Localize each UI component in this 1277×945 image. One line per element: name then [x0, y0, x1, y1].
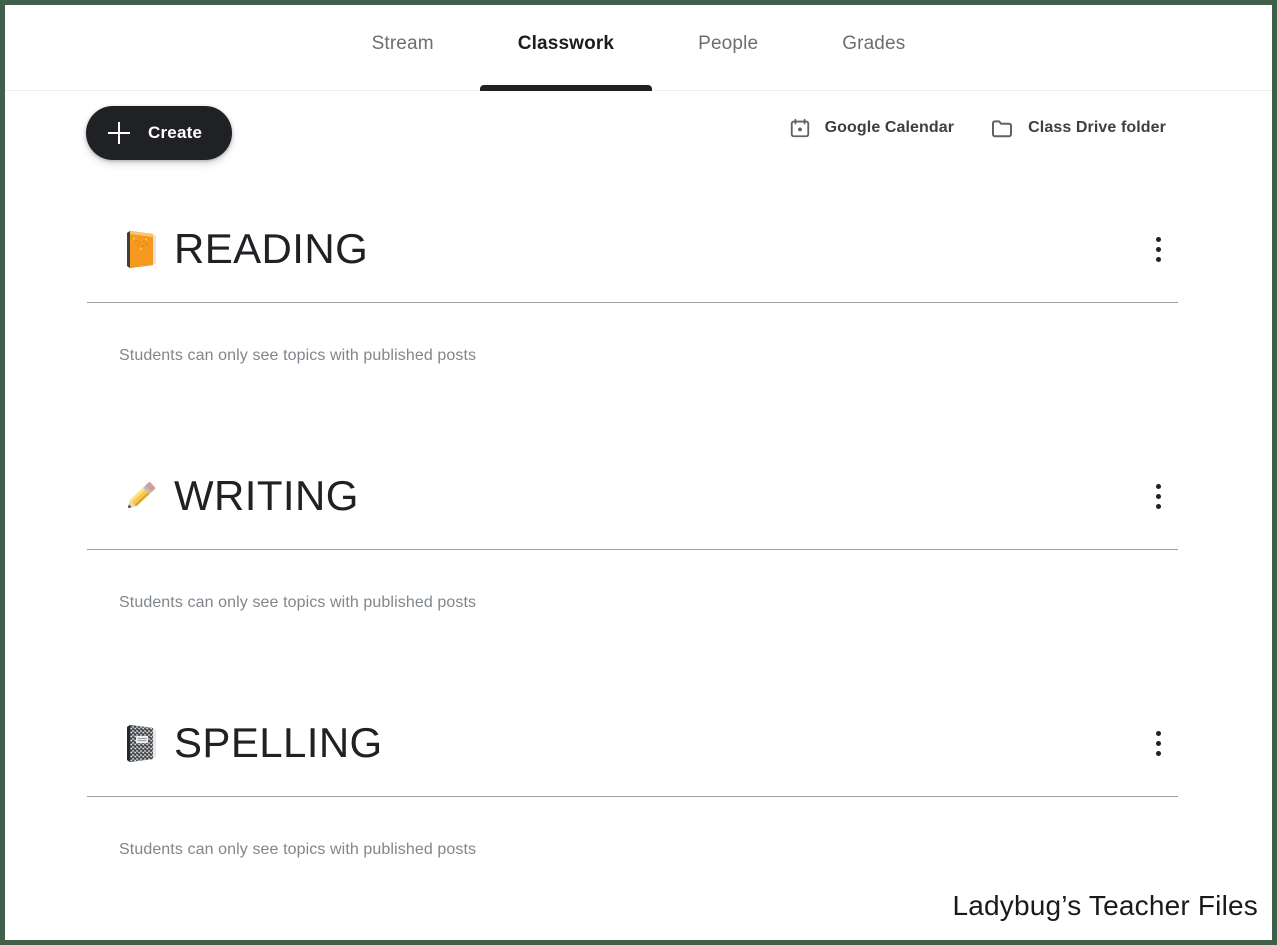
- watermark: Ladybug’s Teacher Files: [952, 890, 1258, 921]
- topic-more-vert-icon[interactable]: [1138, 476, 1178, 516]
- toolbar-links: Google Calendar Class Drive folder: [787, 113, 1168, 143]
- topic-header[interactable]: SPELLING: [5, 697, 1272, 789]
- action-row: Create Google Calendar Class Drive folde…: [5, 91, 1272, 191]
- tab-classwork[interactable]: Classwork: [476, 5, 656, 91]
- topic-header[interactable]: WRITING: [5, 450, 1272, 542]
- create-button-label: Create: [148, 123, 203, 142]
- topic-visibility-note: Students can only see topics with publis…: [119, 347, 477, 364]
- topic-title: READING: [174, 225, 369, 272]
- folder-icon: [990, 117, 1014, 139]
- class-drive-folder-label: Class Drive folder: [1028, 119, 1166, 136]
- topic-section: READING Students can only see topics wit…: [5, 203, 1272, 450]
- topic-divider: [87, 302, 1178, 303]
- tab-grades[interactable]: Grades: [800, 5, 947, 91]
- tab-stream-label: Stream: [371, 33, 434, 54]
- topic-section: WRITING Students can only see topics wit…: [5, 450, 1272, 697]
- tab-bar: Stream Classwork People Grades: [5, 5, 1272, 91]
- topic-divider: [87, 796, 1178, 797]
- google-calendar-label: Google Calendar: [824, 119, 955, 136]
- topic-visibility-note: Students can only see topics with publis…: [119, 594, 477, 611]
- topic-title: WRITING: [174, 472, 359, 519]
- tab-people[interactable]: People: [656, 5, 800, 91]
- topic-visibility-note: Students can only see topics with publis…: [119, 841, 477, 858]
- google-calendar-link[interactable]: Google Calendar: [787, 113, 957, 143]
- tab-list: Stream Classwork People Grades: [5, 5, 1272, 91]
- tab-people-label: People: [698, 33, 759, 54]
- notebook-emoji: [118, 722, 162, 764]
- create-button[interactable]: Create: [86, 106, 233, 160]
- tab-stream[interactable]: Stream: [330, 5, 476, 91]
- classroom-page: Stream Classwork People Grades Create Go…: [5, 5, 1272, 940]
- topic-divider: [87, 549, 1178, 550]
- topic-title: SPELLING: [174, 719, 383, 766]
- class-drive-folder-link[interactable]: Class Drive folder: [988, 113, 1168, 143]
- topic-more-vert-icon[interactable]: [1138, 229, 1178, 269]
- topic-more-vert-icon[interactable]: [1138, 723, 1178, 763]
- plus-icon: [108, 122, 130, 144]
- tab-classwork-label: Classwork: [517, 33, 615, 54]
- calendar-icon: [789, 117, 811, 139]
- topic-list: READING Students can only see topics wit…: [5, 191, 1272, 940]
- topic-header[interactable]: READING: [5, 203, 1272, 295]
- pencil-emoji: [118, 475, 162, 517]
- orange-book-emoji: [118, 228, 162, 270]
- tab-grades-label: Grades: [842, 33, 906, 54]
